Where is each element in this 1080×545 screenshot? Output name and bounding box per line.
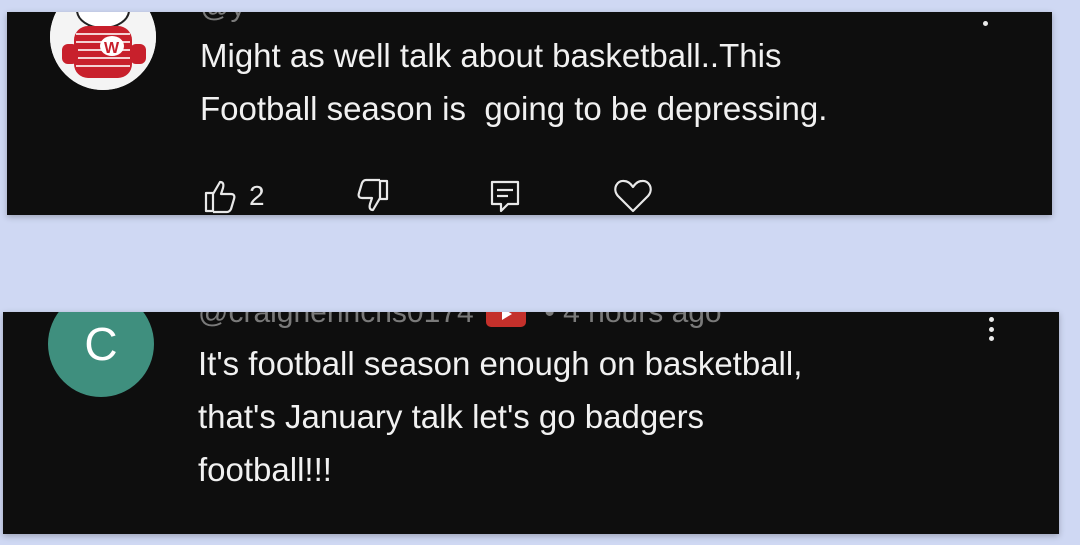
comment-handle[interactable]: @craighennchs0174 • 4 hours ago [198,312,722,330]
comment-time: • 4 hours ago [544,312,722,329]
heart-icon [614,179,652,213]
thumbs-down-icon [357,178,389,212]
dislike-button[interactable] [356,178,390,214]
comment-text: It's football season enough on basketbal… [198,345,803,488]
comment-card: C @craighennchs0174 • 4 hours ago It's f… [3,312,1059,534]
comment-card: W @y Might as well talk about basketball… [7,12,1052,215]
more-options-icon[interactable] [975,12,995,26]
heart-button[interactable] [613,178,653,214]
user-avatar[interactable]: C [48,312,154,397]
comment-handle[interactable]: @y [200,12,245,24]
avatar-letter: C [84,318,118,370]
user-avatar[interactable]: W [50,12,156,90]
reply-icon [490,180,520,213]
reply-button[interactable] [488,178,522,214]
like-count: 2 [249,180,265,211]
comment-text: Might as well talk about basketball..Thi… [200,37,828,127]
thumbs-up-icon [204,180,236,214]
svg-text:W: W [104,40,120,57]
like-button[interactable]: 2 [203,178,265,214]
comment-actions: 2 [7,178,1052,215]
handle-name: @craighennchs0174 [198,312,474,329]
badger-mascot-icon: W [50,12,156,90]
youtube-badge-icon [485,312,526,328]
